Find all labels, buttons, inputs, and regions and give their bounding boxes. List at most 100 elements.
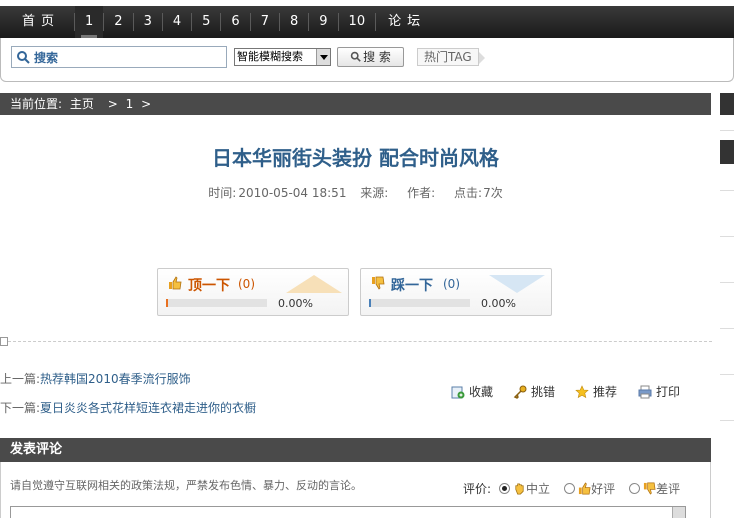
scrollbar[interactable] (672, 507, 685, 518)
time-label: 时间: (208, 186, 237, 200)
rating-good[interactable]: 好评 (564, 480, 615, 497)
source-label: 来源: (360, 186, 389, 200)
search-input[interactable]: 搜索 (11, 46, 227, 68)
arrow-down-icon (489, 275, 545, 293)
tool-favorite[interactable]: 收藏 (451, 383, 493, 400)
comment-notice: 请自觉遵守互联网相关的政策法规，严禁发布色情、暴力、反动的言论。 (10, 479, 362, 492)
nav-page-7[interactable]: 7 (251, 6, 279, 38)
nav-page-9[interactable]: 9 (309, 6, 337, 38)
breadcrumb-page[interactable]: 1 (126, 97, 134, 111)
chevron-down-icon (316, 49, 330, 65)
rating-bad[interactable]: 差评 (629, 480, 680, 497)
search-bar: 搜索 智能模糊搜索 搜 索 热门TAG (0, 38, 734, 82)
prev-article: 上一篇:热荐韩国2010春季流行服饰 (0, 370, 191, 387)
time-value: 2010-05-04 18:51 (238, 186, 347, 200)
nav-page-10[interactable]: 10 (339, 6, 376, 38)
printer-icon (638, 385, 652, 398)
divider (8, 341, 712, 342)
divider (720, 328, 734, 329)
nav-page-6[interactable]: 6 (221, 6, 249, 38)
vote-up-label: 顶一下 (188, 278, 230, 294)
star-icon (575, 384, 589, 398)
rating-neutral-label: 中立 (526, 482, 551, 496)
vote-up-percent: 0.00% (278, 297, 313, 310)
vote-down-box[interactable]: 踩一下 (0) 0.00% (360, 268, 552, 316)
hits-value: 7次 (483, 186, 503, 200)
radio-good[interactable] (564, 483, 576, 494)
comment-rating: 评价: 中立 好评 差评 (463, 480, 680, 497)
thumb-up-icon (169, 276, 182, 290)
vote-down-percent: 0.00% (481, 297, 516, 310)
vote-up-progress (166, 299, 267, 307)
nav-page-4[interactable]: 4 (163, 6, 191, 38)
breadcrumb: 当前位置: 主页 > 1 > (0, 93, 711, 115)
nav-page-8[interactable]: 8 (280, 6, 308, 38)
recommend-label: 推荐 (593, 385, 618, 399)
comment-textarea[interactable] (10, 506, 686, 518)
rating-good-label: 好评 (591, 482, 616, 496)
vote-up-count: (0) (238, 277, 255, 291)
next-article: 下一篇:夏日炎炎各式花样短连衣裙走进你的衣橱 (0, 399, 256, 416)
hits-label: 点击: (454, 186, 483, 200)
tool-recommend[interactable]: 推荐 (575, 383, 617, 400)
next-label: 下一篇: (0, 401, 41, 415)
vote-down-progress (369, 299, 470, 307)
arrow-up-icon (286, 275, 342, 293)
favorite-label: 收藏 (469, 385, 494, 399)
rating-label: 评价: (463, 482, 492, 496)
vote-down-label: 踩一下 (391, 278, 433, 294)
thumb-down-icon (644, 482, 656, 495)
favorite-icon (451, 386, 465, 398)
search-button[interactable]: 搜 索 (337, 47, 404, 67)
breadcrumb-sep: > (141, 97, 152, 111)
search-button-label: 搜 索 (363, 50, 391, 64)
search-icon (350, 51, 361, 62)
radio-bad[interactable] (629, 483, 641, 494)
vote-down-count: (0) (443, 277, 460, 291)
search-placeholder: 搜索 (34, 50, 59, 65)
breadcrumb-home[interactable]: 主页 (70, 97, 94, 111)
key-icon (513, 385, 527, 399)
sidebar-header (720, 93, 734, 115)
divider (720, 130, 734, 131)
nav-page-2[interactable]: 2 (104, 6, 132, 38)
vote-up-box[interactable]: 顶一下 (0) 0.00% (157, 268, 349, 316)
top-nav: 首页 1 2 3 4 5 6 7 8 9 10 论坛 (0, 6, 734, 38)
next-article-link[interactable]: 夏日炎炎各式花样短连衣裙走进你的衣橱 (40, 401, 256, 415)
prev-label: 上一篇: (0, 372, 41, 386)
print-label: 打印 (656, 385, 681, 399)
breadcrumb-sep: > (107, 97, 118, 111)
rating-neutral[interactable]: 中立 (499, 480, 550, 497)
search-mode-value: 智能模糊搜索 (237, 50, 303, 63)
search-icon (17, 51, 30, 64)
article-meta: 时间: 2010-05-04 18:51 来源: 作者: 点击:7次 (0, 184, 711, 201)
comment-header: 发表评论 (0, 438, 711, 462)
thumb-up-icon (578, 482, 591, 495)
prev-article-link[interactable]: 热荐韩国2010春季流行服饰 (40, 372, 191, 386)
tool-print[interactable]: 打印 (638, 383, 680, 400)
article-title: 日本华丽街头装扮 配合时尚风格 (212, 146, 499, 170)
divider (720, 236, 734, 237)
nav-forum[interactable]: 论坛 (376, 6, 438, 38)
nav-page-1[interactable]: 1 (75, 6, 104, 38)
rating-bad-label: 差评 (656, 482, 681, 496)
nav-page-3[interactable]: 3 (134, 6, 162, 38)
nav-page-5[interactable]: 5 (192, 6, 220, 38)
nav-home[interactable]: 首页 (0, 6, 74, 38)
sidebar-header (720, 140, 734, 164)
divider (720, 420, 734, 421)
breadcrumb-prefix: 当前位置: (10, 97, 63, 111)
radio-neutral[interactable] (499, 483, 511, 494)
page-icon (0, 337, 8, 346)
thumb-down-icon (372, 276, 385, 290)
tool-report[interactable]: 挑错 (513, 383, 555, 400)
search-mode-select[interactable]: 智能模糊搜索 (234, 48, 331, 66)
author-label: 作者: (407, 186, 436, 200)
hand-icon (515, 483, 524, 495)
vote-down-fill (369, 299, 371, 307)
vote-up-fill (166, 299, 168, 307)
hot-tag-button[interactable]: 热门TAG (417, 48, 485, 66)
divider (720, 190, 734, 191)
report-label: 挑错 (531, 385, 556, 399)
divider (720, 374, 734, 375)
